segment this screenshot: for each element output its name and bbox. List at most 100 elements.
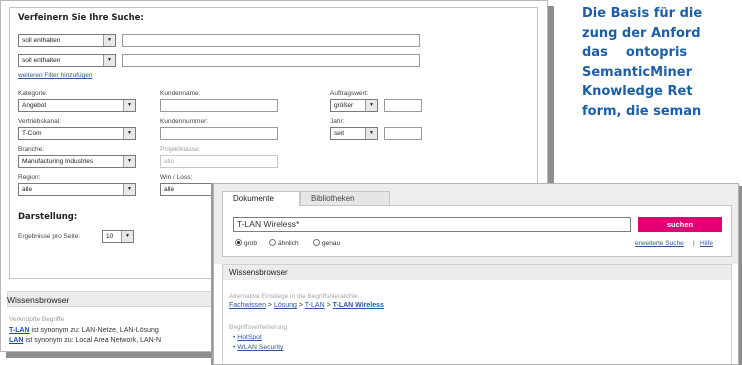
jahr-operator-select[interactable]: seit ▼: [330, 127, 378, 140]
search-panel: T-LAN Wireless* suchen grob ähnlich gena…: [222, 205, 732, 257]
chevron-down-icon: ▼: [123, 184, 135, 195]
refinement-label: Begriffsverfeinerung: [229, 324, 288, 331]
search-input[interactable]: T-LAN Wireless*: [233, 217, 631, 232]
article-line: SemanticMiner: [582, 64, 693, 80]
tab-bibliotheken[interactable]: Bibliotheken: [300, 191, 390, 206]
wissensbrowser-back-title: Wissensbrowser: [7, 295, 70, 305]
vertriebskanal-label: Vertriebskanal:: [18, 118, 61, 125]
wissensbrowser-front-title: Wissensbrowser: [229, 268, 288, 277]
chevron-down-icon: ▼: [121, 231, 133, 242]
filter-2-operator-select[interactable]: soll enthalten ▼: [18, 54, 116, 67]
synonym-term-link[interactable]: T-LAN: [9, 327, 30, 334]
vertriebskanal-select[interactable]: T-Com ▼: [18, 127, 136, 140]
chevron-down-icon: ▼: [103, 55, 115, 66]
synonym-text: ist synonym zu: LAN-Netze, LAN-Lösung: [29, 327, 159, 334]
jahr-input[interactable]: [384, 127, 422, 140]
mode-label: ähnlich: [278, 240, 299, 247]
filter-2-value-input[interactable]: [122, 54, 420, 67]
article-line: Die Basis für die: [582, 6, 703, 21]
auftragswert-label: Auftragswert:: [330, 90, 369, 97]
search-button[interactable]: suchen: [638, 217, 722, 232]
kategorie-select[interactable]: Angebot ▼: [18, 99, 136, 112]
per-page-value: 10: [106, 233, 114, 240]
breadcrumb-separator: >: [296, 302, 305, 309]
projektklasse-value: alle: [164, 158, 175, 165]
branche-select[interactable]: Manufacturing Industries ▼: [18, 155, 136, 168]
refinement-link[interactable]: HotSpot: [237, 334, 262, 341]
wissensbrowser-front: Wissensbrowser Alternative Einstiege in …: [222, 264, 732, 364]
auftragswert-operator-select[interactable]: größer ▼: [330, 99, 378, 112]
synonym-term-link[interactable]: LAN: [9, 337, 23, 344]
breadcrumb-separator: >: [324, 302, 333, 309]
jahr-operator-value: seit: [334, 130, 345, 137]
vertriebskanal-value: T-Com: [22, 130, 42, 137]
wissensbrowser-front-header: [223, 265, 731, 280]
article-text: Die Basis für die zung der Anford das on…: [582, 4, 742, 184]
article-line: zung der Anford: [582, 25, 701, 41]
breadcrumb-link[interactable]: Lösung: [274, 302, 297, 309]
per-page-label: Ergebnisse pro Seite:: [18, 233, 81, 240]
search-screenshot: Dokumente Bibliotheken T-LAN Wireless* s…: [213, 183, 739, 365]
synonym-text: ist synonym zu: Local Area Network, LAN-…: [23, 337, 162, 344]
kundenname-label: Kundenname:: [160, 90, 201, 97]
related-terms-label: Verknüpfte Begriffe: [9, 316, 65, 323]
chevron-down-icon: ▼: [123, 100, 135, 111]
kategorie-label: Kategorie:: [18, 90, 48, 97]
article-line: Knowledge Ret: [582, 84, 693, 99]
refinement-item: • WLAN Security: [233, 344, 284, 351]
chevron-down-icon: ▼: [123, 156, 135, 167]
breadcrumb-link[interactable]: Fachwissen: [229, 302, 266, 309]
per-page-select[interactable]: 10 ▼: [102, 230, 134, 243]
refine-title: Verfeinern Sie Ihre Suche:: [18, 13, 144, 23]
radio-icon: [269, 239, 276, 246]
filter-1-operator-select[interactable]: soll enthalten ▼: [18, 34, 116, 47]
jahr-label: Jahr:: [330, 118, 345, 125]
branche-label: Branche:: [18, 146, 45, 153]
chevron-down-icon: ▼: [103, 35, 115, 46]
breadcrumb-link[interactable]: T-LAN: [305, 302, 325, 309]
advanced-search-link[interactable]: erweiterte Suche: [635, 240, 684, 247]
link-separator: |: [693, 240, 695, 247]
radio-selected-icon: [235, 239, 242, 246]
hierarchy-label: Alternative Einstiege in die Begriffshie…: [229, 293, 358, 300]
refinement-link[interactable]: WLAN Security: [237, 344, 283, 351]
region-label: Region:: [18, 174, 41, 181]
kundennummer-input[interactable]: [160, 127, 278, 140]
add-filter-link[interactable]: weiteren Filter hinzufügen: [18, 72, 92, 79]
region-value: alle: [22, 186, 33, 193]
projektklasse-select[interactable]: alle: [160, 155, 278, 168]
chevron-down-icon: ▼: [123, 128, 135, 139]
mode-radio-grob[interactable]: grob: [235, 239, 257, 247]
kundenname-input[interactable]: [160, 99, 278, 112]
mode-radio-aehnlich[interactable]: ähnlich: [269, 239, 299, 247]
auftragswert-operator-value: größer: [334, 102, 354, 109]
tab-dokumente[interactable]: Dokumente: [222, 191, 300, 206]
kategorie-value: Angebot: [22, 102, 47, 109]
mode-label: genau: [322, 240, 341, 247]
breadcrumb: Fachwissen > Lösung > T-LAN > T-LAN Wire…: [229, 302, 384, 309]
winloss-value: alle: [164, 186, 175, 193]
article-line: form, die seman: [582, 103, 702, 119]
filter-1-value-input[interactable]: [122, 34, 420, 47]
auftragswert-input[interactable]: [384, 99, 422, 112]
region-select[interactable]: alle ▼: [18, 183, 136, 196]
breadcrumb-current-link[interactable]: T-LAN Wireless: [333, 302, 384, 309]
mode-label: grob: [244, 240, 258, 247]
chevron-down-icon: ▼: [365, 100, 377, 111]
breadcrumb-separator: >: [265, 302, 274, 309]
display-title: Darstellung:: [18, 212, 78, 222]
radio-icon: [313, 239, 320, 246]
winloss-label: Win / Loss:: [160, 174, 193, 181]
projektklasse-label: Projektklasse:: [160, 146, 201, 153]
filter-2-operator-value: soll enthalten: [22, 57, 61, 64]
refinement-item: • HotSpot: [233, 334, 262, 341]
mode-radio-genau[interactable]: genau: [313, 239, 340, 247]
help-link[interactable]: Hilfe: [700, 240, 713, 247]
synonym-row: LAN ist synonym zu: Local Area Network, …: [9, 337, 161, 344]
synonym-row: T-LAN ist synonym zu: LAN-Netze, LAN-Lös…: [9, 327, 159, 334]
filter-1-operator-value: soll enthalten: [22, 37, 61, 44]
kundennummer-label: Kundennummer:: [160, 118, 209, 125]
branche-value: Manufacturing Industries: [22, 158, 94, 165]
article-line: das ontopris: [582, 45, 688, 60]
chevron-down-icon: ▼: [365, 128, 377, 139]
